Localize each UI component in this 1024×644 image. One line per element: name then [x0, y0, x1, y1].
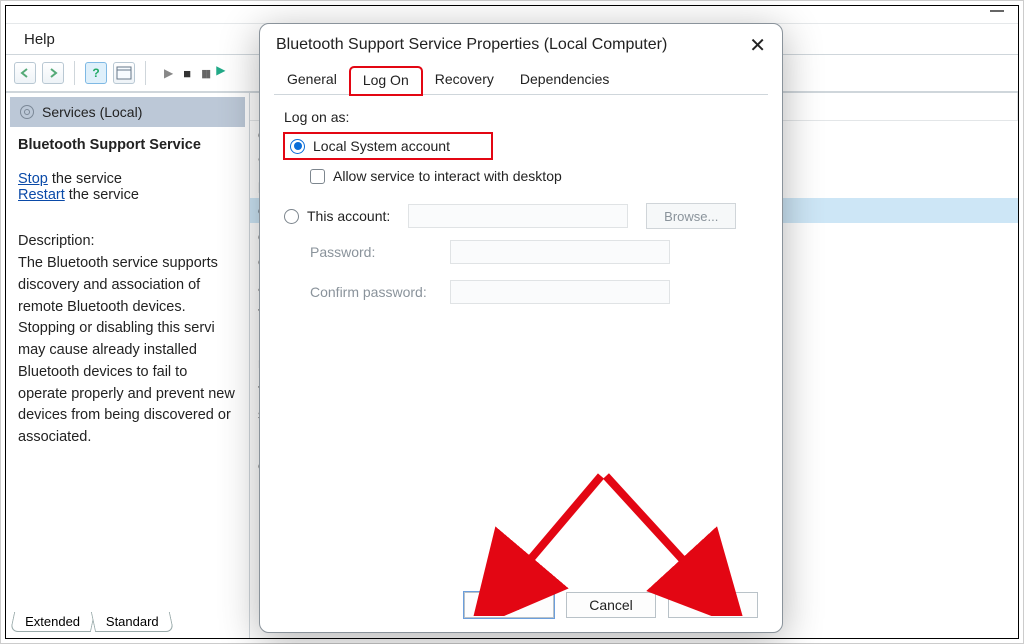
confirm-field: [450, 280, 670, 304]
this-account-label: This account:: [307, 208, 390, 224]
description-label: Description:: [18, 233, 237, 249]
properties-dialog: Bluetooth Support Service Properties (Lo…: [259, 23, 783, 633]
tab-extended[interactable]: Extended: [10, 612, 95, 632]
close-icon[interactable]: ✕: [749, 33, 766, 58]
help-icon[interactable]: ?: [85, 62, 107, 84]
password-field: [450, 240, 670, 264]
cancel-button[interactable]: Cancel: [566, 592, 656, 618]
tab-logon[interactable]: Log On: [350, 67, 422, 95]
stop-icon[interactable]: ■: [183, 66, 191, 81]
restart-suffix: the service: [65, 187, 139, 203]
password-label: Password:: [310, 244, 440, 260]
ok-button[interactable]: OK: [464, 592, 554, 618]
tab-dependencies[interactable]: Dependencies: [507, 66, 623, 94]
radio-local-system[interactable]: [290, 139, 305, 154]
props-icon[interactable]: [113, 62, 135, 84]
tab-standard[interactable]: Standard: [91, 612, 174, 632]
stop-suffix: the service: [48, 171, 122, 187]
tab-general[interactable]: General: [274, 66, 350, 94]
service-title: Bluetooth Support Service: [18, 137, 237, 153]
restart-link[interactable]: Restart: [18, 187, 65, 203]
browse-button[interactable]: Browse...: [646, 203, 736, 229]
interact-desktop-label: Allow service to interact with desktop: [333, 168, 562, 184]
checkbox-interact-desktop[interactable]: [310, 169, 325, 184]
dialog-title: Bluetooth Support Service Properties (Lo…: [276, 36, 667, 54]
local-system-label: Local System account: [313, 138, 450, 154]
services-header: Services (Local): [10, 97, 245, 127]
minimize-icon[interactable]: [990, 10, 1004, 12]
description-text: The Bluetooth service supports discovery…: [18, 253, 237, 449]
apply-button[interactable]: Apply: [668, 592, 758, 618]
confirm-label: Confirm password:: [310, 284, 440, 300]
tab-recovery[interactable]: Recovery: [422, 66, 507, 94]
logon-as-label: Log on as:: [284, 109, 758, 125]
services-label: Services (Local): [42, 104, 142, 120]
menu-help[interactable]: Help: [24, 31, 55, 48]
restart-icon[interactable]: ▶: [219, 66, 229, 80]
pause-icon[interactable]: ▮▮: [201, 67, 209, 80]
nav-back-icon[interactable]: [14, 62, 36, 84]
gear-icon: [20, 105, 34, 119]
window-titlebar: [6, 6, 1018, 24]
start-icon[interactable]: ▶: [164, 66, 173, 80]
stop-link[interactable]: Stop: [18, 171, 48, 187]
radio-this-account[interactable]: [284, 209, 299, 224]
nav-fwd-icon[interactable]: [42, 62, 64, 84]
